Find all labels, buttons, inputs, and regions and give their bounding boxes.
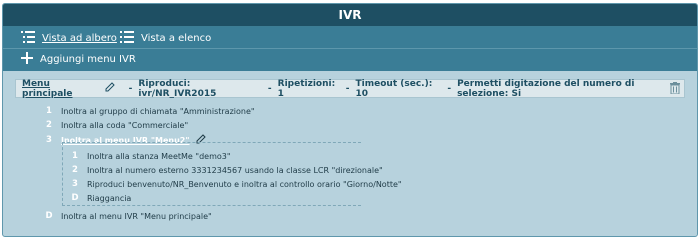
- list-item: 3 Riproduci benvenuto/NR_Benvenuto e ino…: [69, 179, 402, 189]
- action-text: Inoltra alla stanza MeetMe "demo3": [87, 151, 231, 161]
- tree-view-label: Vista ad albero: [42, 33, 117, 44]
- trash-icon[interactable]: [670, 82, 680, 97]
- add-ivr-menu-button[interactable]: Aggiungi menu IVR: [21, 52, 136, 67]
- main-menu-name[interactable]: Menu principale: [22, 79, 98, 99]
- main-menu-header: Menu principale - Riproduci: ivr/NR_IVR2…: [15, 78, 685, 99]
- digit-key: 1: [72, 151, 78, 161]
- separator: -: [128, 83, 133, 94]
- list-icon: [120, 31, 134, 46]
- action-text: Riproduci benvenuto/NR_Benvenuto e inolt…: [87, 179, 402, 189]
- separator: -: [447, 83, 452, 94]
- play-info: Riproduci: ivr/NR_IVR2015: [138, 78, 217, 99]
- digit-key: 1: [46, 106, 52, 116]
- digit-key: D: [71, 193, 79, 203]
- toolbar: Vista ad albero Vista a elenco Aggiungi …: [3, 27, 697, 71]
- tree-view-button[interactable]: Vista ad albero: [21, 31, 117, 46]
- list-item: 2 Inoltra al numero esterno 3331234567 u…: [69, 165, 383, 175]
- ivr-window: IVR Vista ad albero Vista a elenco Aggiu…: [2, 3, 698, 237]
- separator: -: [345, 83, 350, 94]
- list-item: 2 Inoltra alla coda "Commerciale": [43, 120, 188, 130]
- list-item: 1 Inoltra alla stanza MeetMe "demo3": [69, 151, 231, 161]
- digit-key: 3: [46, 135, 52, 145]
- action-text: Riaggancia: [87, 193, 132, 203]
- tree-list-icon: [21, 31, 35, 46]
- list-item: 1 Inoltra al gruppo di chiamata "Amminis…: [43, 106, 255, 116]
- add-ivr-menu-label: Aggiungi menu IVR: [40, 54, 136, 65]
- digit-key: 2: [72, 165, 78, 175]
- action-text: Inoltra al gruppo di chiamata "Amministr…: [61, 106, 255, 116]
- window-title: IVR: [3, 4, 697, 27]
- list-view-label: Vista a elenco: [141, 33, 212, 44]
- action-text: Inoltra al numero esterno 3331234567 usa…: [87, 165, 383, 175]
- digit-key: 2: [46, 120, 52, 130]
- edit-pencil-icon[interactable]: [105, 82, 115, 95]
- plus-icon: [21, 52, 33, 67]
- action-text: Inoltra alla coda "Commerciale": [61, 120, 189, 130]
- action-text: Inoltra al menu IVR "Menu principale": [61, 211, 212, 221]
- timeout-info: Timeout (sec.): 10: [355, 78, 433, 99]
- list-item: D Inoltra al menu IVR "Menu principale": [43, 211, 212, 221]
- permit-digit-info: Permetti digitazione del numero di selez…: [457, 78, 635, 99]
- toolbar-divider: [3, 48, 697, 49]
- list-view-button[interactable]: Vista a elenco: [120, 31, 211, 46]
- repeats-info: Ripetizioni: 1: [277, 78, 336, 99]
- digit-key: D: [45, 211, 53, 221]
- list-item: D Riaggancia: [69, 193, 131, 203]
- digit-key: 3: [72, 179, 78, 189]
- separator: -: [267, 83, 272, 94]
